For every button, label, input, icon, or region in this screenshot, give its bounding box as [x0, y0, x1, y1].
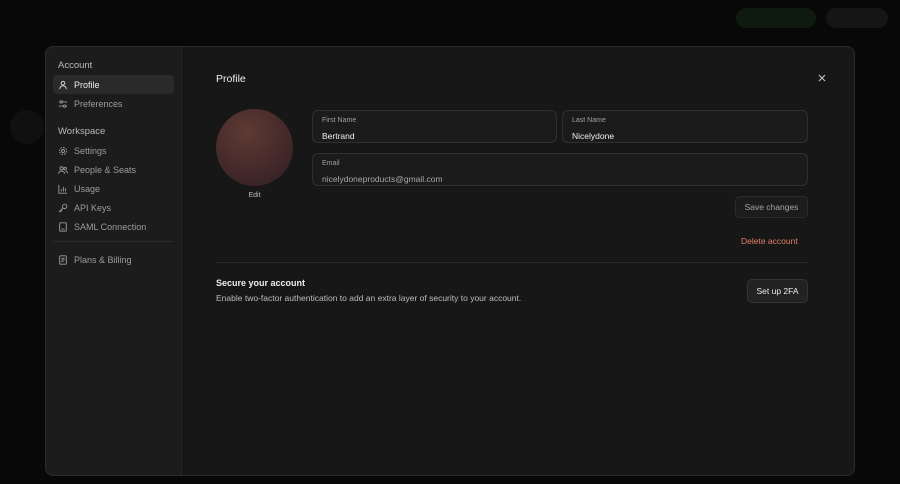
sidebar-item-label: Plans & Billing: [74, 254, 132, 265]
background-button: [736, 8, 816, 28]
sidebar-item-label: Profile: [74, 79, 100, 90]
profile-panel: Profile Edit First Name Last Name Email …: [182, 47, 854, 475]
user-icon: [59, 80, 67, 89]
email-input[interactable]: [322, 174, 798, 184]
bar-chart-icon: [58, 184, 68, 194]
sidebar-item-preferences[interactable]: Preferences: [53, 94, 174, 113]
background-avatar: [10, 110, 44, 144]
background-pill: [826, 8, 888, 28]
security-title: Secure your account: [216, 278, 306, 288]
sidebar-item-label: Preferences: [74, 98, 123, 109]
receipt-icon: [59, 254, 67, 265]
first-name-input[interactable]: [322, 131, 547, 141]
sidebar-item-saml-connection[interactable]: SAML Connection: [53, 217, 174, 236]
first-name-field[interactable]: First Name: [312, 110, 557, 143]
gear-icon: [59, 146, 67, 155]
sliders-icon: [58, 99, 68, 108]
save-changes-button[interactable]: Save changes: [735, 196, 808, 218]
sidebar-heading-account: Account: [58, 60, 93, 71]
settings-sidebar: Account Profile Preferences Workspace Se…: [46, 47, 182, 475]
document-icon: [59, 221, 67, 232]
last-name-field[interactable]: Last Name: [562, 110, 808, 143]
sidebar-item-api-keys[interactable]: API Keys: [53, 198, 174, 217]
setup-2fa-button[interactable]: Set up 2FA: [747, 279, 808, 303]
users-icon: [58, 165, 68, 174]
sidebar-item-label: SAML Connection: [74, 221, 147, 232]
page-title: Profile: [216, 73, 246, 85]
avatar[interactable]: [216, 109, 293, 186]
sidebar-item-usage[interactable]: Usage: [53, 179, 174, 198]
sidebar-item-label: Settings: [74, 145, 107, 156]
settings-modal: Account Profile Preferences Workspace Se…: [45, 46, 855, 476]
first-name-label: First Name: [322, 117, 357, 124]
avatar-edit-link[interactable]: Edit: [216, 192, 293, 199]
section-divider: [216, 262, 808, 263]
sidebar-item-label: Usage: [74, 183, 101, 194]
security-description: Enable two-factor authentication to add …: [216, 293, 522, 303]
last-name-label: Last Name: [572, 117, 606, 124]
sidebar-heading-workspace: Workspace: [58, 126, 106, 137]
sidebar-item-label: People & Seats: [74, 164, 137, 175]
sidebar-item-profile[interactable]: Profile: [53, 75, 174, 94]
delete-account-link[interactable]: Delete account: [741, 236, 798, 246]
email-field[interactable]: Email: [312, 153, 808, 186]
last-name-input[interactable]: [572, 131, 798, 141]
sidebar-divider: [53, 241, 174, 242]
key-icon: [58, 203, 68, 212]
email-label: Email: [322, 160, 340, 167]
sidebar-item-label: API Keys: [74, 202, 112, 213]
sidebar-item-settings[interactable]: Settings: [53, 141, 174, 160]
sidebar-item-people-seats[interactable]: People & Seats: [53, 160, 174, 179]
sidebar-item-plans-billing[interactable]: Plans & Billing: [53, 250, 174, 269]
close-icon[interactable]: [816, 72, 828, 84]
